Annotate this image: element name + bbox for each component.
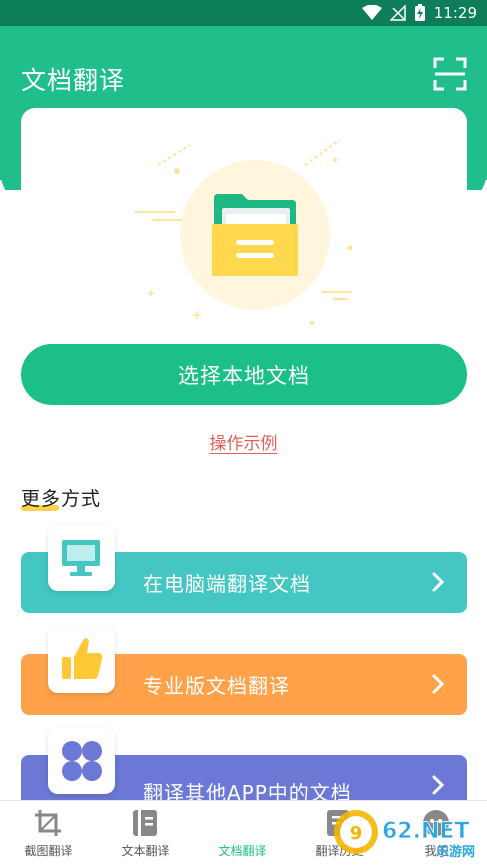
option-pro-translate-tile xyxy=(48,627,115,693)
status-icons: 11:29 xyxy=(361,3,477,23)
nav-label-text-translate: 文本翻译 xyxy=(121,844,170,858)
scan-icon[interactable] xyxy=(433,57,467,91)
nav-label-screenshot-translate: 截图翻译 xyxy=(24,844,73,858)
thumbs-up-icon xyxy=(62,638,103,679)
more-methods-header: 更多方式 xyxy=(21,484,101,511)
site-watermark-logo: 9 62.NET 乐游网 xyxy=(334,810,475,860)
clover-apps-icon xyxy=(62,741,102,781)
nav-label-document-translate: 文档翻译 xyxy=(218,844,267,858)
more-methods-title: 更多方式 xyxy=(21,488,102,510)
document-icon xyxy=(232,810,253,836)
svg-text:62.NET: 62.NET xyxy=(382,819,469,844)
option-pc-translate-tile xyxy=(48,525,115,591)
chevron-right-icon xyxy=(432,674,445,694)
wifi-icon xyxy=(361,5,382,20)
chevron-right-icon xyxy=(432,572,445,592)
nav-item-text-translate[interactable]: 文本翻译 xyxy=(97,801,194,865)
book-icon xyxy=(133,810,157,836)
monitor-icon xyxy=(62,540,100,576)
status-bar: 11:29 xyxy=(0,0,487,26)
page-title: 文档翻译 xyxy=(21,66,126,95)
battery-charging-icon xyxy=(414,4,425,21)
chevron-right-icon xyxy=(432,775,445,795)
status-time: 11:29 xyxy=(433,4,477,22)
nav-item-screenshot-translate[interactable]: 截图翻译 xyxy=(0,801,97,865)
cellular-signal-icon xyxy=(389,5,406,21)
folder-icon xyxy=(212,194,298,276)
watermark-subtext: 乐游网 xyxy=(436,844,475,860)
option-other-app-translate-tile xyxy=(48,728,115,794)
select-local-document-button[interactable]: 选择本地文档 xyxy=(21,344,467,405)
operation-example-link[interactable]: 操作示例 xyxy=(0,429,487,454)
option-pro-translate-label: 专业版文档翻译 xyxy=(143,674,290,698)
option-pc-translate-label: 在电脑端翻译文档 xyxy=(143,572,311,596)
crop-icon xyxy=(35,810,61,836)
svg-text:9: 9 xyxy=(350,823,363,844)
nav-item-document-translate[interactable]: 文档翻译 xyxy=(194,801,291,865)
select-local-document-label: 选择本地文档 xyxy=(178,363,310,388)
